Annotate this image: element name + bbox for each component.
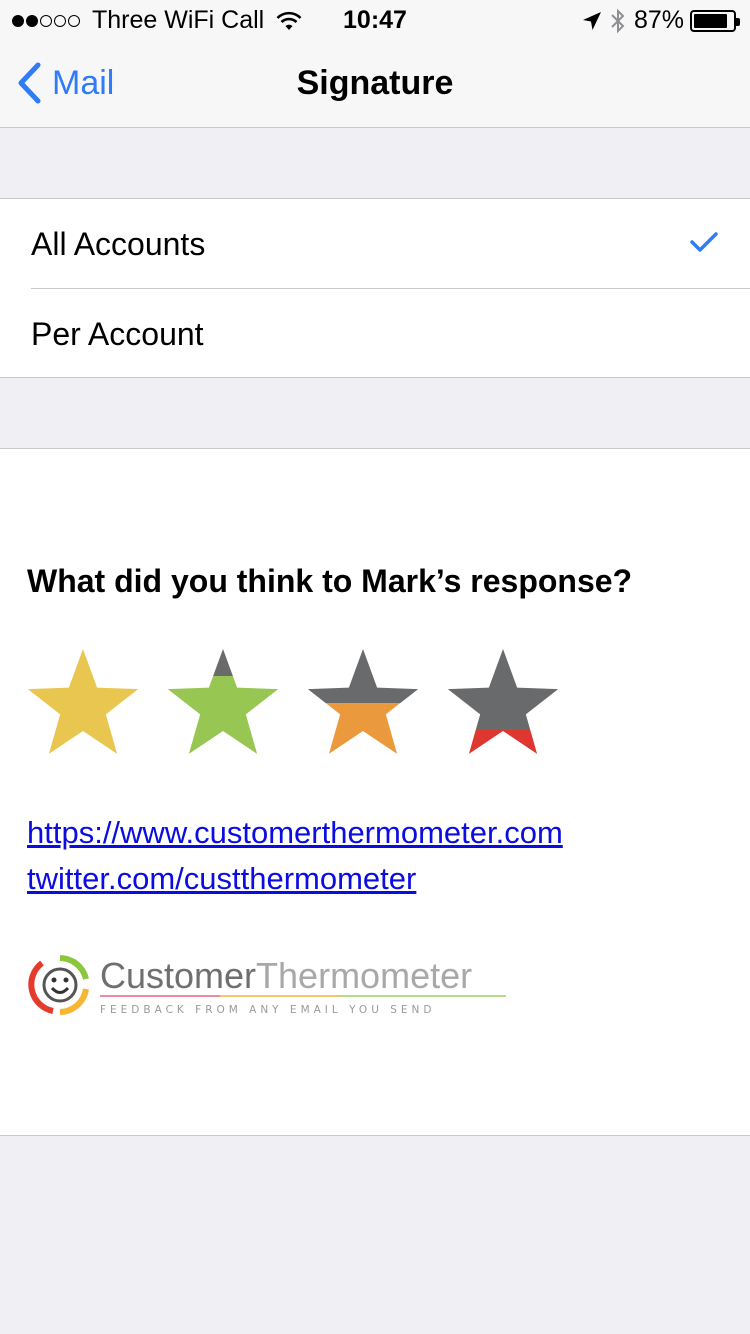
page-title: Signature: [296, 64, 454, 102]
signature-question: What did you think to Mark’s response?: [27, 563, 633, 599]
signature-editor[interactable]: What did you think to Mark’s response? h…: [0, 448, 750, 1136]
logo-name-part1: Customer: [100, 955, 256, 996]
option-per-account[interactable]: Per Account: [31, 288, 750, 377]
twitter-link[interactable]: twitter.com/custthermometer: [27, 861, 416, 897]
battery-percentage: 87%: [633, 6, 684, 34]
star-rating-4-icon[interactable]: [445, 647, 561, 757]
star-rating-2-icon[interactable]: [165, 647, 281, 757]
option-all-accounts[interactable]: All Accounts: [0, 199, 750, 288]
smiley-logo-icon: [28, 955, 89, 1015]
checkmark-icon: [690, 232, 718, 252]
rating-stars: [25, 647, 585, 757]
location-arrow-icon: [582, 11, 601, 30]
navigation-bar: Mail Signature: [0, 40, 750, 128]
signature-scope-list: All Accounts Per Account: [0, 198, 750, 378]
bluetooth-icon: [611, 8, 625, 33]
battery-icon: [690, 9, 740, 32]
logo-name-part2: Thermometer: [256, 955, 472, 996]
website-link[interactable]: https://www.customerthermometer.com: [27, 815, 563, 851]
star-rating-1-icon[interactable]: [25, 647, 141, 757]
option-label: Per Account: [31, 316, 204, 352]
option-label: All Accounts: [31, 226, 206, 262]
logo-tagline: FEEDBACK FROM ANY EMAIL YOU SEND: [100, 1004, 435, 1016]
star-rating-3-icon[interactable]: [305, 647, 421, 757]
status-right: 87%: [582, 6, 740, 35]
customer-thermometer-logo: CustomerThermometer FEEDBACK FROM ANY EM…: [28, 955, 506, 1016]
status-bar: Three WiFi Call 10:47 87%: [0, 0, 750, 40]
svg-text:CustomerThermometer: CustomerThermometer: [100, 955, 472, 996]
battery-level-fill: [694, 13, 728, 28]
